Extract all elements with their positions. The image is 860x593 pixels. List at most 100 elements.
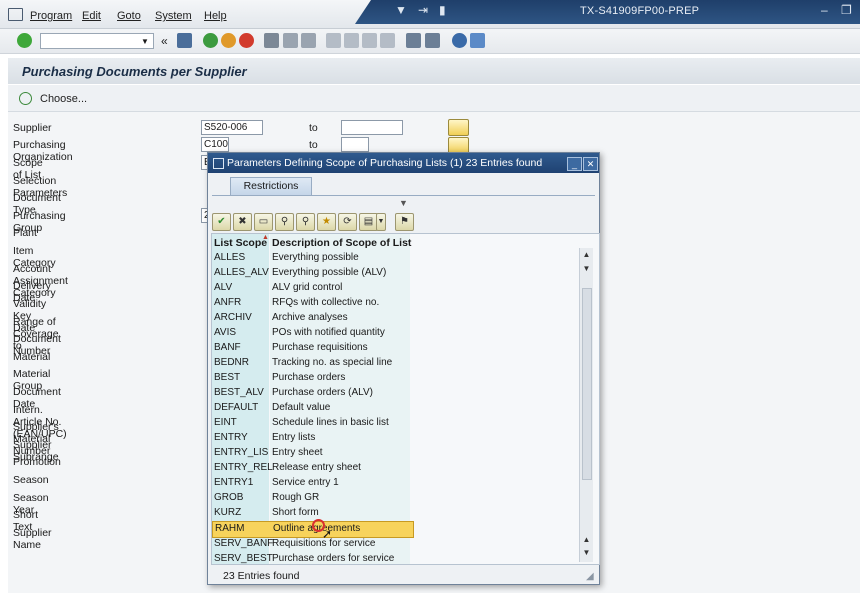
list-item[interactable]: GROB Rough GR: [212, 491, 412, 506]
list-scope-value: RAHM: [215, 523, 245, 534]
sap-menu-icon[interactable]: [8, 8, 23, 21]
list-item[interactable]: ENTRY1 Service entry 1: [212, 476, 412, 491]
column-header-list-scope[interactable]: List Scope: [214, 237, 267, 249]
list-item[interactable]: ALLES Everything possible: [212, 251, 412, 266]
vertical-scrollbar[interactable]: ▲ ▼ ▲ ▼: [579, 248, 593, 562]
menu-edit[interactable]: Edit: [82, 10, 101, 22]
copy-icon[interactable]: ▭: [254, 213, 273, 231]
list-scope-value: ARCHIV: [214, 312, 252, 323]
refresh-icon[interactable]: ⟳: [338, 213, 357, 231]
purchasing-organization-input[interactable]: C100: [201, 137, 229, 152]
find-icon[interactable]: ⚲: [275, 213, 294, 231]
dropdown-icon[interactable]: ▼: [376, 213, 386, 231]
application-toolbar: Choose...: [8, 85, 860, 112]
next-page-icon[interactable]: [362, 33, 377, 48]
list-scope-value: ENTRY_REL: [214, 462, 273, 473]
tab-restrictions[interactable]: Restrictions: [230, 177, 312, 195]
description-value: Archive analyses: [272, 312, 348, 323]
favorites-icon[interactable]: ★: [317, 213, 336, 231]
scroll-up-icon[interactable]: ▲: [580, 533, 593, 546]
restore-icon[interactable]: ❐: [841, 3, 852, 17]
pin-icon[interactable]: ⇥: [418, 3, 428, 17]
dialog-title: Parameters Defining Scope of Purchasing …: [227, 157, 543, 169]
minimize-icon[interactable]: –: [821, 3, 828, 17]
scroll-down-icon[interactable]: ▼: [580, 262, 593, 275]
list-scope-value: ENTRY1: [214, 477, 254, 488]
find-next-icon[interactable]: [301, 33, 316, 48]
list-scope-value: ALLES: [214, 252, 246, 263]
list-scope-value: SERV_BEST: [214, 553, 273, 564]
last-page-icon[interactable]: [380, 33, 395, 48]
collapse-icon[interactable]: «: [161, 34, 168, 48]
expand-restrictions-icon[interactable]: ▼: [399, 198, 408, 208]
mouse-cursor-icon: ➚: [322, 527, 333, 541]
menu-program[interactable]: Program: [30, 10, 72, 22]
find-next-icon[interactable]: ⚲: [296, 213, 315, 231]
list-item[interactable]: ANFR RFQs with collective no.: [212, 296, 412, 311]
list-item[interactable]: ENTRY_LIS Entry sheet: [212, 446, 412, 461]
save-icon[interactable]: [177, 33, 192, 48]
column-header-description[interactable]: Description of Scope of List: [272, 237, 411, 249]
scroll-down-icon[interactable]: ▼: [580, 546, 593, 559]
purchasing-organization-to-input[interactable]: [341, 137, 369, 152]
command-dropdown-icon[interactable]: ▼: [141, 37, 149, 46]
shortcut-icon[interactable]: [425, 33, 440, 48]
cancel-icon[interactable]: [239, 33, 254, 48]
scroll-up-icon[interactable]: ▲: [580, 248, 593, 261]
back-icon[interactable]: [203, 33, 218, 48]
list-item[interactable]: BEST Purchase orders: [212, 371, 412, 386]
list-item[interactable]: BEST_ALV Purchase orders (ALV): [212, 386, 412, 401]
list-item[interactable]: BEDNR Tracking no. as special line: [212, 356, 412, 371]
exit-icon[interactable]: [221, 33, 236, 48]
list-item[interactable]: ENTRY_REL Release entry sheet: [212, 461, 412, 476]
list-scope-value: BEST_ALV: [214, 387, 264, 398]
list-scope-value: BEST: [214, 372, 241, 383]
sort-indicator-icon: ▲: [262, 234, 269, 241]
list-item[interactable]: BANF Purchase requisitions: [212, 341, 412, 356]
resize-grip-icon[interactable]: ◢: [586, 571, 594, 582]
list-item[interactable]: ALV ALV grid control: [212, 281, 412, 296]
list-item[interactable]: EINT Schedule lines in basic list: [212, 416, 412, 431]
list-item[interactable]: SERV_BANF Requisitions for service: [212, 537, 412, 552]
first-page-icon[interactable]: [326, 33, 341, 48]
dialog-icon: [213, 158, 224, 169]
dialog-close-button[interactable]: ✕: [583, 157, 598, 171]
description-value: Tracking no. as special line: [272, 357, 393, 368]
list-item[interactable]: ARCHIV Archive analyses: [212, 311, 412, 326]
command-field[interactable]: [40, 33, 154, 49]
supplier-input[interactable]: S520-006: [201, 120, 263, 135]
list-item[interactable]: SERV_BEST Purchase orders for service: [212, 552, 412, 564]
list-item[interactable]: ENTRY Entry lists: [212, 431, 412, 446]
list-item[interactable]: DEFAULT Default value: [212, 401, 412, 416]
print-icon[interactable]: [264, 33, 279, 48]
menu-goto[interactable]: Goto: [117, 10, 141, 22]
list-item[interactable]: ALLES_ALV Everything possible (ALV): [212, 266, 412, 281]
result-grid: List Scope ▲ Description of Scope of Lis…: [211, 233, 600, 565]
help-icon[interactable]: [452, 33, 467, 48]
description-value: Purchase requisitions: [272, 342, 368, 353]
enter-check-icon[interactable]: [17, 33, 32, 48]
customize-layout-icon[interactable]: [470, 33, 485, 48]
description-value: Rough GR: [272, 492, 320, 503]
previous-page-icon[interactable]: [344, 33, 359, 48]
choose-icon[interactable]: [19, 92, 32, 105]
new-session-icon[interactable]: [406, 33, 421, 48]
dropdown-icon[interactable]: ▼: [395, 3, 407, 17]
menu-help[interactable]: Help: [204, 10, 227, 22]
menu-system[interactable]: System: [155, 10, 192, 22]
supplier-to-input[interactable]: [341, 120, 403, 135]
cancel-x-icon[interactable]: ✖: [233, 213, 252, 231]
field-label-material: Material: [13, 351, 51, 363]
choose-button[interactable]: Choose...: [40, 93, 87, 105]
multiple-selection-button[interactable]: [448, 119, 469, 136]
scroll-thumb[interactable]: [582, 288, 592, 480]
description-value: Default value: [272, 402, 331, 413]
find-icon[interactable]: [283, 33, 298, 48]
dialog-minimize-button[interactable]: _: [567, 157, 582, 171]
to-label: to: [309, 139, 318, 151]
list-scope-value: KURZ: [214, 507, 242, 518]
list-item[interactable]: KURZ Short form: [212, 506, 412, 521]
personal-list-icon[interactable]: ⚑: [395, 213, 414, 231]
list-item[interactable]: AVIS POs with notified quantity: [212, 326, 412, 341]
ok-check-icon[interactable]: ✔: [212, 213, 231, 231]
